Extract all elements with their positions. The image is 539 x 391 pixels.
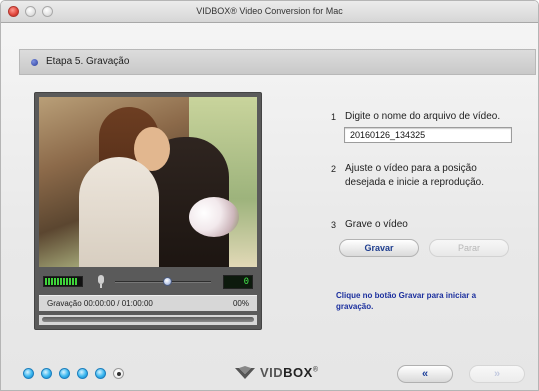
hint-text: Clique no botão Gravar para iniciar a gr… <box>336 291 477 311</box>
recording-status: Gravação 00:00:00 / 01:00:00 00% <box>39 295 257 311</box>
player-controls: 0 <box>39 273 257 291</box>
back-button[interactable]: « <box>397 365 453 383</box>
recording-percent: 00% <box>232 299 249 308</box>
next-button[interactable]: » <box>469 365 525 383</box>
instruction-2-number: 2 <box>331 164 337 174</box>
filename-input[interactable]: 20160126_134325 <box>344 127 512 143</box>
step-dot-1 <box>23 368 34 379</box>
microphone-icon <box>97 275 105 288</box>
counter-display: 0 <box>223 275 253 289</box>
video-preview <box>39 97 257 267</box>
instruction-3-text: Grave o vídeo <box>345 219 408 230</box>
instruction-3-number: 3 <box>331 220 337 230</box>
step-dot-6 <box>113 368 124 379</box>
step-header: Etapa 5. Gravação <box>19 49 536 75</box>
audio-level-meter <box>43 276 83 287</box>
recording-time: Gravação 00:00:00 / 01:00:00 <box>47 299 153 308</box>
recording-progress-bar <box>39 315 257 325</box>
volume-slider-knob[interactable] <box>163 277 172 286</box>
instruction-1-text: Digite o nome do arquivo de vídeo. <box>345 111 501 122</box>
video-player: 0 Gravação 00:00:00 / 01:00:00 00% <box>34 92 262 330</box>
step-dot-2 <box>41 368 52 379</box>
title-bar: VIDBOX® Video Conversion for Mac <box>1 1 538 23</box>
record-button[interactable]: Gravar <box>339 239 419 257</box>
stop-button[interactable]: Parar <box>429 239 509 257</box>
instruction-2-line1: Ajuste o vídeo para a posição <box>345 163 477 174</box>
step-dot-4 <box>77 368 88 379</box>
step-bullet-icon <box>31 59 38 66</box>
app-window: VIDBOX® Video Conversion for Mac Etapa 5… <box>0 0 539 391</box>
vidbox-logo-icon <box>235 366 255 379</box>
step-title: Etapa 5. Gravação <box>46 56 130 67</box>
instruction-1-number: 1 <box>331 112 337 122</box>
instruction-2-line2: desejada e inicie a reprodução. <box>345 177 484 188</box>
step-dot-3 <box>59 368 70 379</box>
step-dot-5 <box>95 368 106 379</box>
window-title: VIDBOX® Video Conversion for Mac <box>196 6 343 16</box>
